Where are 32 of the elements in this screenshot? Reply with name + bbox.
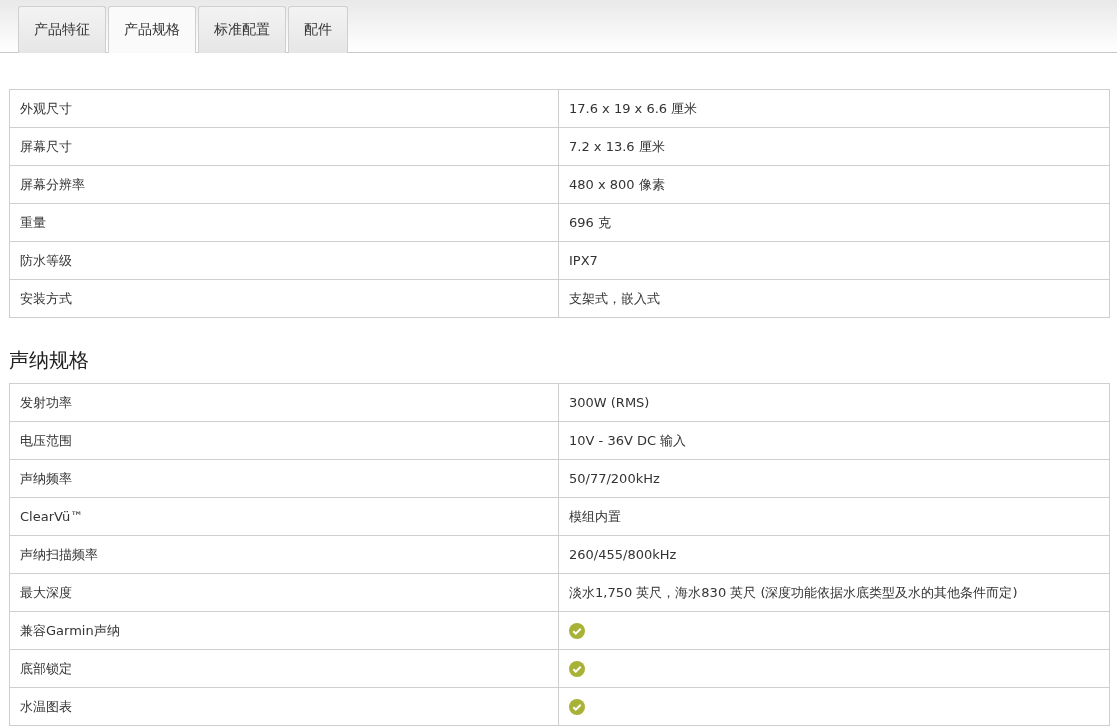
table-cell: 外观尺寸	[10, 90, 559, 127]
section-heading: 声纳规格	[9, 347, 90, 374]
table-cell: 声纳扫描频率	[10, 536, 559, 573]
table-cell-text: 17.6 x 19 x 6.6 厘米	[568, 99, 699, 118]
table-cell-text: 淡水1,750 英尺，海水830 英尺 (深度功能依据水底类型及水的其他条件而定)	[568, 583, 1019, 602]
table-cell-text: 7.2 x 13.6 厘米	[568, 137, 666, 156]
tab[interactable]: 配件	[288, 6, 348, 53]
table-cell-text: 支架式，嵌入式	[568, 289, 661, 308]
table-cell: 水温图表	[10, 688, 559, 725]
table-cell: 屏幕分辨率	[10, 166, 559, 203]
table-cell: 安装方式	[10, 280, 559, 317]
table-cell-text: 50/77/200kHz	[568, 470, 661, 488]
table-cell: 最大深度	[10, 574, 559, 611]
table-cell-text: 10V - 36V DC 输入	[568, 431, 688, 450]
table-cell-text: 260/455/800kHz	[568, 546, 678, 564]
table-cell: 声纳频率	[10, 460, 559, 497]
table-cell: 防水等级	[10, 242, 559, 279]
tab[interactable]: 标准配置	[198, 6, 286, 53]
table-cell: 重量	[10, 204, 559, 241]
table-cell: 底部锁定	[10, 650, 559, 687]
table-cell-text: 696 克	[568, 213, 612, 232]
tab[interactable]: 产品规格	[108, 6, 196, 53]
table-cell-text: 模组内置	[568, 507, 622, 526]
table-cell: 发射功率	[10, 384, 559, 421]
table-cell: 兼容Garmin声纳	[10, 612, 559, 649]
tab[interactable]: 产品特征	[18, 6, 106, 53]
table-cell-text: 480 x 800 像素	[568, 175, 666, 194]
table-cell: ClearVü™	[10, 498, 559, 535]
table-cell-text: IPX7	[568, 252, 599, 270]
table-cell-text: 300W (RMS)	[568, 394, 651, 412]
table-cell: 屏幕尺寸	[10, 128, 559, 165]
table-cell: 电压范围	[10, 422, 559, 459]
